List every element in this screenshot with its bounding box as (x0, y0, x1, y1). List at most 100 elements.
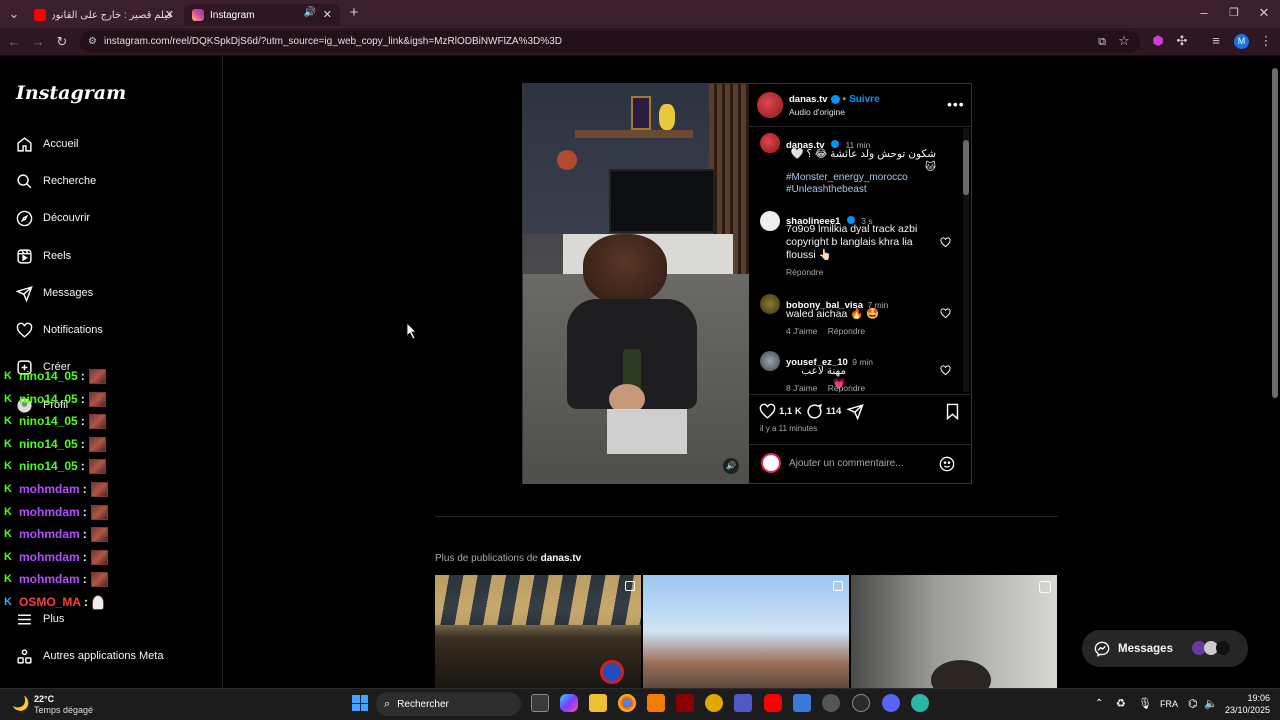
windows-start-icon[interactable] (352, 695, 368, 711)
wifi-icon[interactable]: ⌬ (1188, 697, 1198, 710)
add-comment-input[interactable]: Ajouter un commentaire... (789, 458, 904, 469)
clock-date[interactable]: 23/10/2025 (1220, 705, 1270, 715)
extensions-icon[interactable]: ✣ (1174, 34, 1190, 48)
hashtag-link[interactable]: #Monster_energy_morocco (786, 172, 908, 183)
reel-video[interactable]: 🔊 (523, 84, 749, 484)
weather-moon-icon[interactable]: 🌙 (12, 695, 29, 712)
like-heart-icon[interactable] (759, 403, 776, 420)
tray-chevron-icon[interactable]: ⌃ (1095, 698, 1103, 709)
follow-button[interactable]: Suivre (849, 94, 880, 105)
comment-count[interactable]: 114 (826, 406, 841, 417)
author-avatar[interactable] (757, 92, 783, 118)
maximize-icon[interactable]: ❐ (1226, 6, 1242, 20)
comment-like-icon[interactable] (940, 308, 951, 319)
speaker-icon[interactable]: 🔊 (304, 7, 316, 18)
comments-scroll[interactable]: danas.tv 11 min شكون توحش ولد عائشة 😂 ؟ … (749, 127, 972, 394)
site-info-icon[interactable]: ⚙ (88, 31, 97, 53)
profile-avatar[interactable]: M (1234, 34, 1249, 49)
tab-youtube[interactable]: فيلم قصير : خارج على القانون - e ✕ (26, 4, 182, 26)
current-user-avatar[interactable] (761, 453, 781, 473)
page-scrollbar[interactable] (1270, 56, 1280, 688)
new-tab-icon[interactable]: + (346, 5, 362, 20)
back-icon[interactable]: ← (6, 35, 22, 49)
hashtag-link[interactable]: #Unleashthebeast (786, 184, 867, 195)
like-count[interactable]: 1,1 K (779, 406, 802, 417)
sidebar-item-meta-apps[interactable]: Autres applications Meta (16, 645, 163, 667)
comment-avatar[interactable] (760, 211, 780, 231)
close-window-icon[interactable]: ✕ (1256, 6, 1272, 20)
tab-instagram[interactable]: Instagram 🔊 ✕ (184, 4, 340, 26)
chrome-icon[interactable] (618, 694, 636, 712)
teams-icon[interactable] (734, 694, 752, 712)
sidebar-item-home[interactable]: Accueil (16, 133, 78, 155)
comment-avatar[interactable] (760, 294, 780, 314)
reply-button[interactable]: Répondre (786, 267, 823, 277)
sidebar-item-notifications[interactable]: Notifications (16, 319, 103, 341)
volume-icon[interactable]: 🔈 (1204, 697, 1218, 710)
comment-like-count[interactable]: 8 J'aime (786, 383, 817, 393)
forward-icon[interactable]: → (30, 35, 46, 49)
reload-icon[interactable]: ↻ (54, 35, 70, 49)
reply-button[interactable]: Répondre (828, 383, 865, 393)
messenger-icon (1094, 641, 1110, 657)
discord-icon[interactable] (882, 694, 900, 712)
youtube-icon[interactable] (764, 694, 782, 712)
mute-toggle-icon[interactable]: 🔊 (723, 458, 739, 474)
comments-scrollbar-thumb[interactable] (963, 140, 969, 195)
more-menu-icon[interactable]: ⋮ (1258, 34, 1274, 48)
messages-float-button[interactable]: Messages (1082, 630, 1248, 667)
share-send-icon[interactable] (847, 403, 864, 420)
task-view-icon[interactable] (531, 694, 549, 712)
page-scrollbar-thumb[interactable] (1272, 68, 1278, 398)
keyboard-language[interactable]: FRA (1160, 699, 1178, 709)
comment-like-count[interactable]: 4 J'aime (786, 326, 817, 336)
media-control-icon[interactable]: ≡ (1208, 34, 1224, 48)
install-app-icon[interactable]: ⧉ (1094, 35, 1110, 49)
comment-avatar[interactable] (760, 351, 780, 371)
vlc-icon[interactable] (647, 694, 665, 712)
url-field[interactable]: ⚙ instagram.com/reel/DQKSpkDjS6d/?utm_so… (80, 31, 1140, 53)
comment-like-icon[interactable] (940, 365, 951, 376)
tab-search-icon[interactable]: ⌄ (6, 7, 22, 21)
comments-scrollbar[interactable] (963, 128, 969, 392)
sidebar-item-explore[interactable]: Découvrir (16, 207, 90, 229)
save-bookmark-icon[interactable] (945, 403, 960, 420)
sidebar-item-reels[interactable]: Reels (16, 245, 71, 267)
emoji-picker-icon[interactable] (939, 456, 955, 472)
bookmark-star-icon[interactable]: ☆ (1116, 34, 1132, 48)
author-username[interactable]: danas.tv (789, 94, 828, 105)
shield-app-icon[interactable] (705, 694, 723, 712)
instagram-logo[interactable]: Instagram (16, 82, 126, 104)
more-post-thumb[interactable] (435, 575, 641, 688)
red-app-icon[interactable] (676, 694, 694, 712)
tray-app-icon[interactable]: ♻ (1116, 697, 1126, 710)
comment-bubble-icon[interactable] (806, 403, 823, 420)
obs-icon[interactable] (852, 694, 870, 712)
comment-like-icon[interactable] (940, 237, 951, 248)
sidebar-item-messages[interactable]: Messages (16, 282, 93, 304)
minimize-icon[interactable]: – (1196, 6, 1212, 20)
more-post-thumb[interactable] (851, 575, 1057, 688)
close-tab-icon[interactable]: ✕ (165, 8, 174, 21)
clock-time[interactable]: 19:06 (1220, 693, 1270, 703)
copilot-icon[interactable] (560, 694, 578, 712)
extension-shield-icon[interactable]: ⬢ (1150, 34, 1166, 48)
docs-icon[interactable] (793, 694, 811, 712)
more-posts-username[interactable]: danas.tv (541, 553, 582, 564)
weather-desc[interactable]: Temps dégagé (34, 705, 93, 715)
close-tab-icon[interactable]: ✕ (323, 8, 332, 21)
more-options-icon[interactable]: ••• (947, 96, 965, 112)
file-explorer-icon[interactable] (589, 694, 607, 712)
weather-temp[interactable]: 22°C (34, 694, 54, 704)
settings-gear-icon[interactable] (822, 694, 840, 712)
divider (749, 444, 972, 445)
microphone-icon[interactable]: 🎙 (1138, 697, 1152, 710)
globe-app-icon[interactable] (911, 694, 929, 712)
caption-avatar[interactable] (760, 133, 780, 153)
taskbar-search[interactable]: ⌕ Rechercher (376, 692, 521, 716)
audio-label[interactable]: Audio d'origine (789, 107, 845, 117)
more-post-thumb[interactable] (643, 575, 849, 688)
tab-label: فيلم قصير : خارج على القانون - e (52, 9, 172, 21)
reply-button[interactable]: Répondre (828, 326, 865, 336)
sidebar-item-search[interactable]: Recherche (16, 170, 96, 192)
